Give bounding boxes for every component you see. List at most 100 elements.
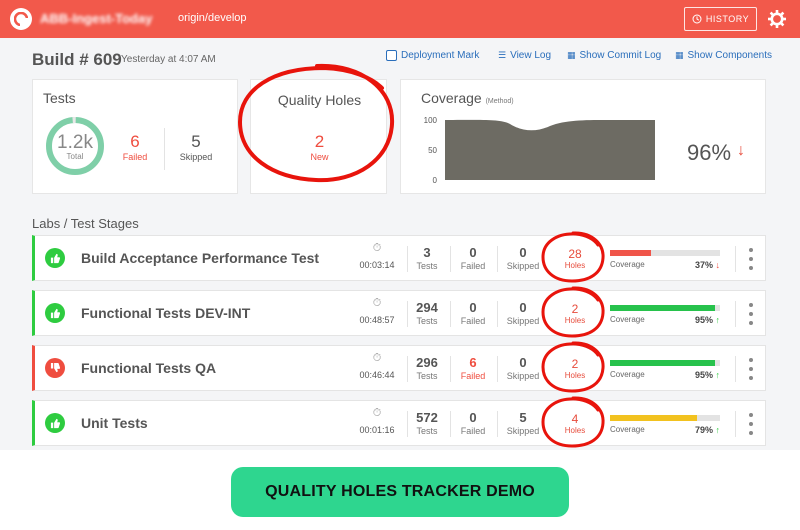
coverage-bar: [610, 415, 720, 421]
trend-down-icon: ↓: [737, 142, 745, 159]
holes-label: Holes: [564, 316, 586, 325]
more-options-icon[interactable]: [747, 303, 755, 325]
thumbs-up-icon: [45, 303, 65, 323]
demo-banner: QUALITY HOLES TRACKER DEMO: [231, 467, 569, 517]
more-options-icon[interactable]: [747, 248, 755, 270]
tests-card: Tests 1.2k Total 6 Failed 5 Skipped: [32, 79, 238, 194]
coverage-area-chart: [445, 118, 655, 180]
holes-label: Holes: [564, 261, 586, 270]
tests-label: Tests: [416, 316, 438, 326]
tests-count: 572: [416, 410, 438, 425]
build-title: Build # 609: [32, 50, 122, 69]
coverage-value: 95% ↑: [675, 315, 720, 325]
failed-label: Failed: [460, 426, 486, 436]
tests-skipped-label: Skipped: [179, 152, 213, 162]
skipped-count: 0: [519, 355, 527, 370]
quality-holes-value: 2: [314, 132, 325, 151]
tests-label: Tests: [416, 371, 438, 381]
failed-label: Failed: [460, 261, 486, 271]
app-name[interactable]: ABB-Ingest-Today: [40, 11, 152, 26]
list-icon: ☰: [498, 50, 507, 60]
divider: [450, 356, 451, 382]
divider: [735, 356, 736, 382]
stage-name[interactable]: Functional Tests DEV-INT: [81, 305, 250, 321]
failed-count: 0: [469, 245, 477, 260]
tests-total-value: 1.2k: [57, 132, 93, 153]
deployment-mark-checkbox[interactable]: [386, 50, 397, 61]
stage-name[interactable]: Unit Tests: [81, 415, 148, 431]
coverage-bar-fill: [610, 305, 715, 311]
trend-up-icon: ↑: [715, 315, 721, 325]
view-log-link[interactable]: ☰ View Log: [498, 50, 551, 61]
quality-holes-card[interactable]: Quality Holes 2 New: [250, 79, 387, 194]
coverage-label: Coverage: [610, 425, 645, 434]
coverage-bar: [610, 360, 720, 366]
show-commit-log-link[interactable]: ▦ Show Commit Log: [567, 50, 661, 61]
y-tick: 50: [428, 146, 437, 155]
stage-duration: 00:03:14: [359, 260, 395, 270]
thumbs-up-icon: [45, 248, 65, 268]
stage-name[interactable]: Functional Tests QA: [81, 360, 216, 376]
skipped-label: Skipped: [506, 426, 540, 436]
stage-row[interactable]: Build Acceptance Performance Test ⏱ 00:0…: [32, 235, 766, 281]
divider: [164, 128, 165, 170]
grid-icon: ▦: [675, 50, 684, 60]
coverage-bar-fill: [610, 360, 715, 366]
y-tick: 100: [423, 116, 437, 125]
coverage-title-text: Coverage: [421, 90, 482, 106]
divider: [497, 356, 498, 382]
stage-row[interactable]: Functional Tests QA ⏱ 00:46:44 296 Tests…: [32, 345, 766, 391]
branch-name: origin/develop: [178, 12, 247, 24]
app-logo-icon[interactable]: [10, 8, 32, 30]
history-icon: [692, 14, 702, 24]
history-button[interactable]: HISTORY: [684, 7, 757, 31]
coverage-percent-text: 95%: [694, 370, 713, 380]
divider: [735, 246, 736, 272]
tests-label: Tests: [416, 426, 438, 436]
coverage-label: Coverage: [610, 370, 645, 379]
trend-down-icon: ↓: [715, 260, 721, 270]
show-components-link[interactable]: ▦ Show Components: [675, 50, 772, 61]
trend-up-icon: ↑: [715, 370, 721, 380]
more-options-icon[interactable]: [747, 358, 755, 380]
stages-title: Labs / Test Stages: [32, 216, 139, 231]
stopwatch-icon: ⏱: [372, 242, 382, 254]
coverage-bar-fill: [610, 250, 651, 256]
stage-row[interactable]: Functional Tests DEV-INT ⏱ 00:48:57 294 …: [32, 290, 766, 336]
show-commit-log-label: Show Commit Log: [579, 50, 662, 61]
holes-count[interactable]: 2: [555, 302, 595, 316]
tests-count: 296: [416, 355, 438, 370]
failed-count: 0: [469, 410, 477, 425]
top-bar: ABB-Ingest-Today origin/develop HISTORY: [0, 0, 800, 38]
stage-name[interactable]: Build Acceptance Performance Test: [81, 250, 319, 266]
failed-count: 6: [469, 355, 477, 370]
holes-count[interactable]: 4: [555, 412, 595, 426]
coverage-bar: [610, 250, 720, 256]
quality-holes-label: New: [310, 152, 329, 162]
holes-label: Holes: [564, 426, 586, 435]
stage-duration: 00:01:16: [359, 425, 395, 435]
coverage-label: Coverage: [610, 315, 645, 324]
skipped-label: Skipped: [506, 371, 540, 381]
divider: [735, 301, 736, 327]
stage-row[interactable]: Unit Tests ⏱ 00:01:16 572 Tests 0 Failed…: [32, 400, 766, 446]
coverage-value: 37% ↓: [675, 260, 720, 270]
coverage-title: Coverage (Method): [421, 90, 514, 106]
divider: [497, 301, 498, 327]
quality-holes-title: Quality Holes: [277, 92, 362, 108]
stopwatch-icon: ⏱: [372, 297, 382, 309]
coverage-percent-text: 37%: [694, 260, 713, 270]
holes-count[interactable]: 28: [555, 247, 595, 261]
failed-count: 0: [469, 300, 477, 315]
gear-icon[interactable]: [767, 9, 787, 29]
tests-count: 3: [423, 245, 431, 260]
holes-count[interactable]: 2: [555, 357, 595, 371]
stage-duration: 00:48:57: [359, 315, 395, 325]
deployment-mark-toggle[interactable]: Deployment Mark: [386, 50, 479, 61]
divider: [497, 246, 498, 272]
divider: [450, 246, 451, 272]
coverage-percent: 96%: [687, 140, 732, 165]
more-options-icon[interactable]: [747, 413, 755, 435]
coverage-subtitle: (Method): [485, 98, 514, 105]
skipped-count: 0: [519, 245, 527, 260]
